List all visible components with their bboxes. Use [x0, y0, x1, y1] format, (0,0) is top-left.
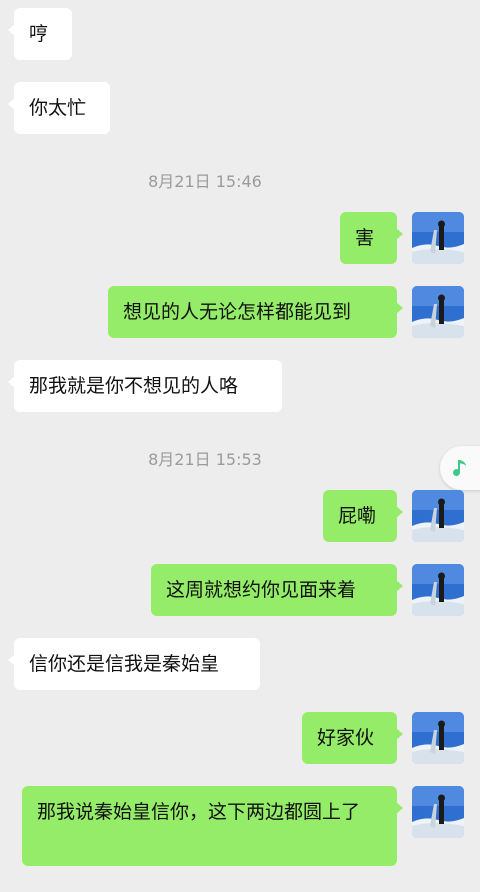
avatar-photo — [412, 786, 464, 838]
timestamp: 8月21日 15:53 — [148, 450, 262, 469]
message-text: 你太忙 — [29, 97, 87, 119]
avatar-photo — [412, 564, 464, 616]
outgoing-message-bubble[interactable]: 屁嘞 — [323, 490, 403, 542]
avatar-photo — [412, 212, 464, 264]
outgoing-message-bubble[interactable]: 这周就想约你见面来着 — [151, 564, 403, 616]
message-text: 想见的人无论怎样都能见到 — [123, 301, 352, 323]
outgoing-message-bubble[interactable]: 那我说秦始皇信你，这下两边都圆上了 — [22, 786, 403, 866]
message-text: 那我就是你不想见的人咯 — [29, 375, 239, 397]
avatar-photo — [412, 712, 464, 764]
outgoing-message-bubble[interactable]: 害 — [340, 212, 403, 264]
message-text: 那我说秦始皇信你，这下两边都圆上了 — [37, 801, 361, 823]
incoming-message-bubble[interactable]: 哼 — [8, 8, 72, 60]
incoming-message-bubble[interactable]: 信你还是信我是秦始皇 — [8, 638, 260, 690]
message-text: 好家伙 — [317, 727, 375, 749]
outgoing-message-bubble[interactable]: 好家伙 — [302, 712, 403, 764]
my-avatar[interactable] — [412, 212, 464, 264]
my-avatar[interactable] — [412, 286, 464, 338]
incoming-message-bubble[interactable]: 你太忙 — [8, 82, 110, 134]
message-text: 害 — [355, 227, 375, 249]
my-avatar[interactable] — [412, 564, 464, 616]
outgoing-message-bubble[interactable]: 想见的人无论怎样都能见到 — [108, 286, 403, 338]
message-text: 信你还是信我是秦始皇 — [29, 653, 220, 675]
message-text: 屁嘞 — [338, 505, 377, 527]
avatar-photo — [412, 490, 464, 542]
message-text: 哼 — [29, 23, 49, 45]
music-note-icon — [453, 460, 466, 477]
my-avatar[interactable] — [412, 712, 464, 764]
avatar-photo — [412, 286, 464, 338]
my-avatar[interactable] — [412, 786, 464, 838]
message-text: 这周就想约你见面来着 — [166, 579, 357, 601]
my-avatar[interactable] — [412, 490, 464, 542]
incoming-message-bubble[interactable]: 那我就是你不想见的人咯 — [8, 360, 282, 412]
timestamp: 8月21日 15:46 — [148, 172, 262, 191]
floating-music-button[interactable] — [440, 446, 480, 490]
